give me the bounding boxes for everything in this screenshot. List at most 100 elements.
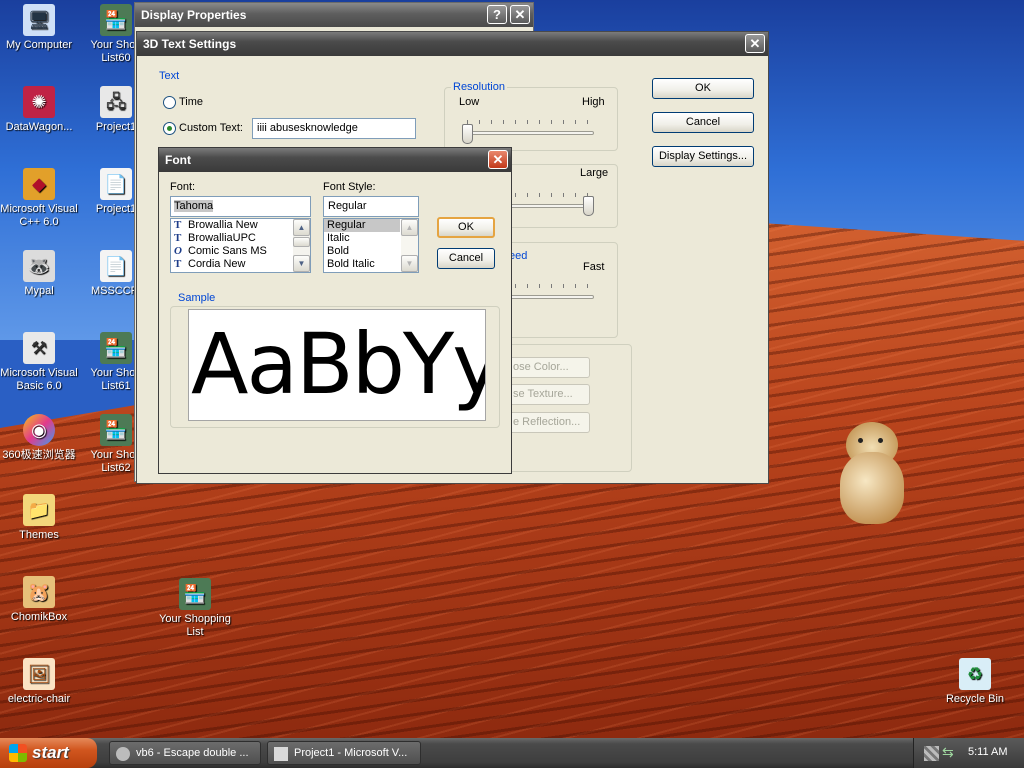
- time-label: Time: [179, 96, 204, 108]
- font-list-item[interactable]: T Browallia New: [171, 219, 310, 232]
- shop-icon: 🏪: [100, 4, 132, 36]
- size-slider-thumb[interactable]: [583, 196, 594, 216]
- hamster-desktop-pet[interactable]: [836, 422, 908, 526]
- browser360-icon: ◉: [23, 414, 55, 446]
- desktop-icon-label: Themes: [19, 529, 59, 541]
- image-file-icon: 🖼: [23, 658, 55, 690]
- font-dialog-titlebar[interactable]: Font ✕: [159, 148, 511, 172]
- font-style-scrollbar[interactable]: ▲ ▼: [401, 219, 418, 272]
- desktop-icon-label: DataWagon...: [5, 121, 73, 133]
- desktop-icon-visual-cpp[interactable]: ◆ Microsoft Visual C++ 6.0: [0, 168, 78, 229]
- desktop-icon-label: ChomikBox: [10, 611, 68, 623]
- scroll-thumb[interactable]: [293, 237, 310, 247]
- custom-text-label: Custom Text:: [179, 122, 243, 134]
- choose-reflection-button[interactable]: e Reflection...: [506, 412, 590, 433]
- desktop-icon-electric-chair[interactable]: 🖼 electric-chair: [0, 658, 78, 706]
- desktop-icon-datawagon[interactable]: ✺ DataWagon...: [0, 86, 78, 134]
- task-label: Project1 - Microsoft V...: [294, 747, 408, 759]
- font-item-label: Comic Sans MS: [188, 245, 267, 257]
- font-style-input[interactable]: Regular: [323, 196, 419, 217]
- opentype-font-icon: O: [174, 245, 182, 257]
- desktop-icon-label: Microsoft Visual Basic 6.0: [0, 367, 78, 392]
- custom-text-radio[interactable]: [163, 122, 176, 135]
- close-button[interactable]: ✕: [745, 34, 765, 53]
- display-settings-button[interactable]: Display Settings...: [652, 146, 754, 167]
- resolution-slider-ticks: [467, 120, 592, 124]
- project-icon: 🖧: [100, 86, 132, 118]
- clock[interactable]: 5:11 AM: [968, 746, 1008, 758]
- custom-text-input[interactable]: iiii abusesknowledge: [252, 118, 416, 139]
- desktop-icon-your-shopping-list[interactable]: 🏪 Your Shopping List: [156, 578, 234, 639]
- desktop-icon-label: My Computer: [5, 39, 73, 51]
- resolution-slider-track[interactable]: [462, 131, 594, 135]
- close-button[interactable]: ✕: [488, 150, 508, 169]
- text-group: [148, 82, 428, 152]
- font-dialog[interactable]: Font ✕ Font: Tahoma T Browallia New T Brow…: [158, 147, 512, 474]
- ok-button[interactable]: OK: [437, 217, 495, 238]
- time-radio[interactable]: [163, 96, 176, 109]
- font-style-item[interactable]: Regular: [324, 219, 400, 232]
- scroll-up-arrow-icon[interactable]: ▲: [401, 219, 418, 236]
- cancel-button[interactable]: Cancel: [437, 248, 495, 269]
- folder-icon: 📁: [23, 494, 55, 526]
- tray-app-icon[interactable]: [924, 746, 939, 761]
- font-style-label: Font Style:: [323, 181, 376, 193]
- help-button[interactable]: ?: [487, 5, 507, 24]
- start-label: start: [32, 743, 69, 762]
- desktop-icon-recycle-bin[interactable]: ♻ Recycle Bin: [936, 658, 1014, 706]
- desktop-icon-label: 360极速浏览器: [2, 449, 76, 461]
- project-task-icon: [274, 747, 288, 761]
- font-list-item[interactable]: O Comic Sans MS: [171, 245, 310, 258]
- chomikbox-icon: 🐹: [23, 576, 55, 608]
- scroll-up-arrow-icon[interactable]: ▲: [293, 219, 310, 236]
- datawagon-icon: ✺: [23, 86, 55, 118]
- font-name-value: Tahoma: [174, 200, 214, 212]
- speed-fast-label: Fast: [583, 261, 605, 273]
- truetype-font-icon: T: [174, 219, 182, 231]
- cancel-button[interactable]: Cancel: [652, 112, 754, 133]
- scroll-down-arrow-icon[interactable]: ▼: [401, 255, 418, 272]
- resolution-group-label: Resolution: [451, 81, 507, 93]
- choose-color-button[interactable]: ose Color...: [506, 357, 590, 378]
- display-properties-titlebar[interactable]: Display Properties ? ✕: [135, 3, 533, 27]
- font-list-item[interactable]: T BrowalliaUPC: [171, 232, 310, 245]
- font-list-scrollbar[interactable]: ▲ ▼: [293, 219, 310, 272]
- desktop-icon-label: Microsoft Visual C++ 6.0: [0, 203, 78, 228]
- desktop-icon-label: Project1: [95, 203, 137, 215]
- resolution-slider-thumb[interactable]: [462, 124, 473, 144]
- desktop-icon-label: Mypal: [24, 285, 54, 297]
- desktop-icon-mypal[interactable]: 🦝 Mypal: [0, 250, 78, 298]
- window-title: Display Properties: [141, 8, 247, 22]
- font-name-input[interactable]: Tahoma: [170, 196, 311, 217]
- desktop-icon-360-browser[interactable]: ◉ 360极速浏览器: [0, 414, 78, 462]
- close-button[interactable]: ✕: [510, 5, 530, 24]
- task-button-project1[interactable]: Project1 - Microsoft V...: [267, 741, 421, 765]
- vb6-icon: ⚒: [23, 332, 55, 364]
- truetype-font-icon: T: [174, 258, 182, 270]
- start-button[interactable]: start: [0, 738, 97, 768]
- font-style-list[interactable]: Regular Italic Bold Bold Italic ▲ ▼: [323, 218, 419, 273]
- task-button-vb6[interactable]: vb6 - Escape double ...: [109, 741, 261, 765]
- scroll-down-arrow-icon[interactable]: ▼: [293, 255, 310, 272]
- desktop-icon-chomikbox[interactable]: 🐹 ChomikBox: [0, 576, 78, 624]
- computer-icon: 🖥: [23, 4, 55, 36]
- ok-button[interactable]: OK: [652, 78, 754, 99]
- font-list-item[interactable]: T Cordia New: [171, 258, 310, 271]
- desktop-icon-themes[interactable]: 📁 Themes: [0, 494, 78, 542]
- shop-icon: 🏪: [100, 332, 132, 364]
- font-list[interactable]: T Browallia New T BrowalliaUPC O Comic Sans…: [170, 218, 311, 273]
- system-tray: ⇆ 5:11 AM: [913, 738, 1024, 768]
- font-label: Font:: [170, 181, 196, 193]
- desktop-icon-my-computer[interactable]: 🖥 My Computer: [0, 4, 78, 52]
- desktop-icon-visual-basic[interactable]: ⚒ Microsoft Visual Basic 6.0: [0, 332, 78, 393]
- vb6-task-icon: [116, 747, 130, 761]
- text3d-titlebar[interactable]: 3D Text Settings ✕: [137, 32, 768, 56]
- task-label: vb6 - Escape double ...: [136, 747, 249, 759]
- text-group-label: Text: [157, 70, 182, 82]
- windows-logo-icon: [9, 744, 27, 762]
- choose-texture-button[interactable]: se Texture...: [506, 384, 590, 405]
- sample-group-label: Sample: [176, 292, 218, 304]
- sample-text: AaBbYy: [191, 315, 486, 413]
- desktop[interactable]: 🖥 My Computer 🏪 Your Shop List60 ✺ DataW…: [0, 0, 1024, 738]
- safely-remove-icon[interactable]: ⇆: [942, 744, 954, 761]
